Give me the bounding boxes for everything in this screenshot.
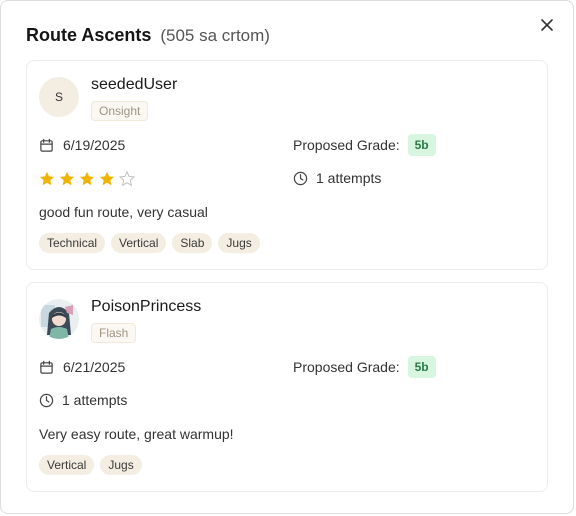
proposed-grade-label: Proposed Grade:: [293, 137, 400, 153]
proposed-grade-row: Proposed Grade: 5b: [293, 356, 436, 378]
calendar-icon: [40, 138, 53, 152]
attempts-row: 1 attempts: [293, 170, 381, 186]
route-ascents-modal: Route Ascents (505 sa crtom) S seededUse…: [0, 0, 574, 514]
avatar: S: [39, 77, 79, 117]
avatar: [39, 299, 79, 339]
date-row: 6/19/2025: [39, 137, 125, 153]
tag-list: Technical Vertical Slab Jugs: [39, 233, 266, 253]
tag: Vertical: [111, 233, 167, 253]
proposed-grade-row: Proposed Grade: 5b: [293, 134, 436, 156]
clock-icon: [39, 393, 54, 407]
modal-subtitle: (505 sa crtom): [160, 26, 270, 45]
grade-badge: 5b: [407, 134, 436, 156]
clock-icon: [293, 171, 308, 185]
tag: Jugs: [100, 455, 142, 475]
star-filled-icon: [99, 171, 115, 186]
attempts-count: 1 attempts: [316, 170, 382, 186]
star-filled-icon: [79, 171, 95, 186]
ascent-style-badge: Flash: [91, 323, 137, 343]
user-avatar-image: [39, 299, 79, 339]
attempts-row: 1 attempts: [39, 392, 127, 408]
calendar-icon: [40, 360, 53, 374]
ascent-style-badge: Onsight: [91, 101, 149, 121]
star-filled-icon: [59, 171, 75, 186]
tag: Technical: [39, 233, 106, 253]
ascent-date: 6/21/2025: [63, 359, 126, 375]
star-rating: [39, 171, 139, 187]
username[interactable]: seededUser: [91, 76, 177, 94]
tag: Jugs: [218, 233, 260, 253]
proposed-grade-label: Proposed Grade:: [293, 359, 400, 375]
close-icon: [541, 19, 553, 31]
ascent-comment: good fun route, very casual: [39, 204, 208, 220]
ascent-comment: Very easy route, great warmup!: [39, 426, 234, 442]
ascent-date: 6/19/2025: [63, 137, 126, 153]
tag-list: Vertical Jugs: [39, 455, 148, 475]
username[interactable]: PoisonPrincess: [91, 298, 201, 316]
avatar-initial: S: [54, 90, 63, 104]
modal-header: Route Ascents (505 sa crtom): [26, 25, 270, 46]
star-empty-icon: [119, 171, 135, 187]
grade-badge: 5b: [407, 356, 436, 378]
star-filled-icon: [39, 171, 55, 186]
ascent-card: S seededUser Onsight 6/19/2025 Proposed …: [26, 60, 548, 270]
ascent-card: PoisonPrincess Flash 6/21/2025 Proposed …: [26, 282, 548, 492]
close-button[interactable]: [537, 15, 557, 35]
tag: Vertical: [39, 455, 95, 475]
date-row: 6/21/2025: [39, 359, 125, 375]
modal-title: Route Ascents: [26, 25, 152, 45]
attempts-count: 1 attempts: [62, 392, 128, 408]
tag: Slab: [172, 233, 213, 253]
